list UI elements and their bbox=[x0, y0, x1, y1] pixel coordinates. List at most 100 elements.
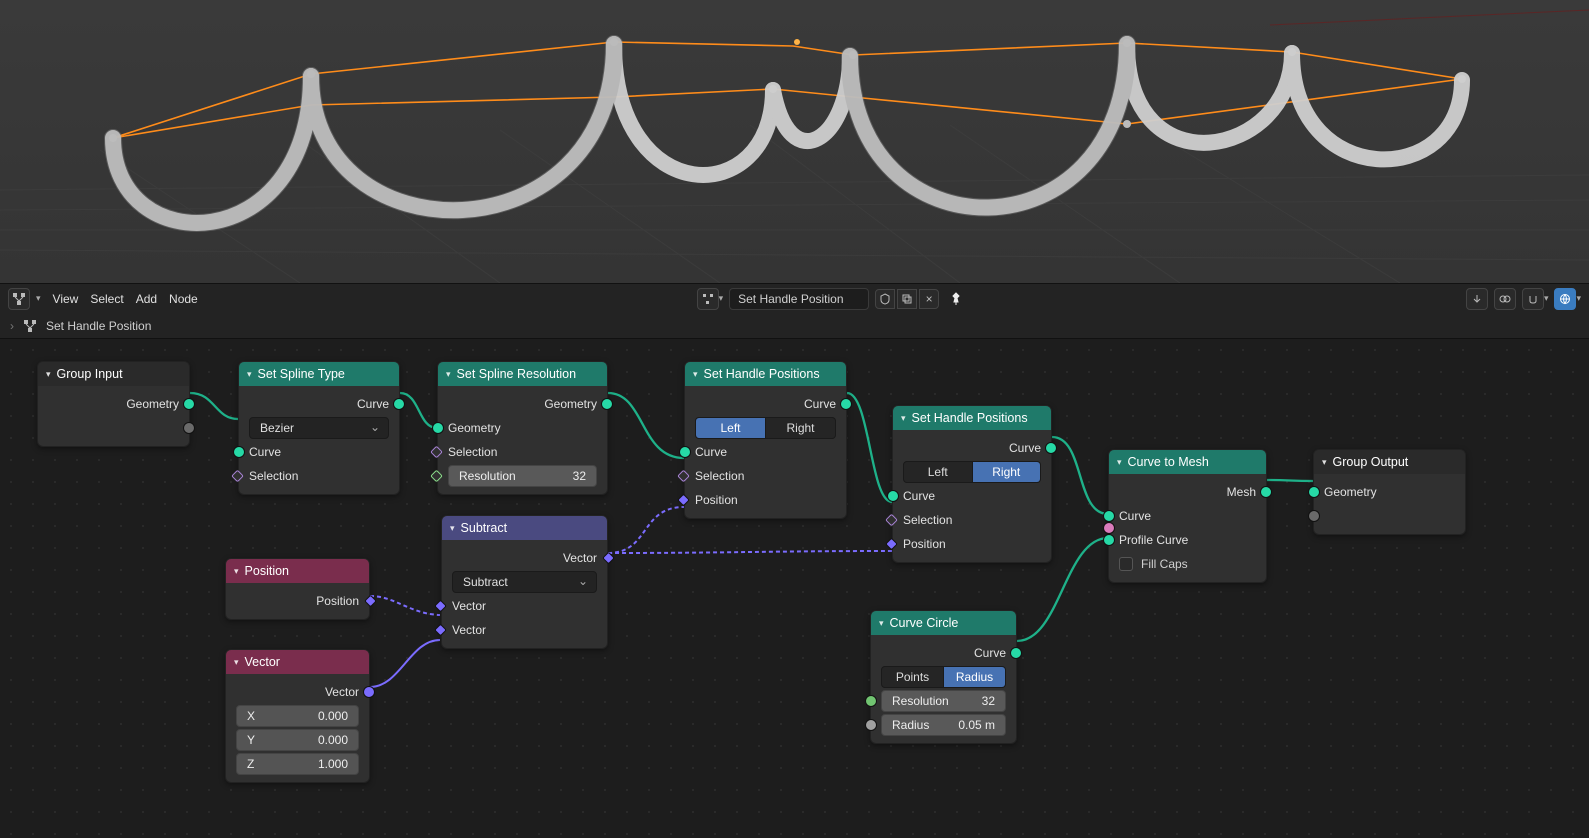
overlay-icon bbox=[1499, 293, 1511, 305]
curve-socket[interactable] bbox=[1045, 442, 1057, 454]
curve-socket-in[interactable] bbox=[679, 446, 691, 458]
vector-y-field[interactable]: Y0.000 bbox=[236, 729, 359, 751]
toggle-1[interactable] bbox=[1466, 288, 1488, 310]
chevron-down-icon: ▾ bbox=[719, 293, 724, 304]
vector-socket[interactable] bbox=[363, 686, 375, 698]
node-set-spline-resolution[interactable]: ▾Set Spline Resolution Geometry Geometry… bbox=[437, 361, 608, 495]
menu-node[interactable]: Node bbox=[169, 292, 198, 306]
unlink-button[interactable] bbox=[897, 289, 917, 309]
socket-label: Curve bbox=[974, 646, 1006, 660]
geometry-socket[interactable] bbox=[183, 398, 195, 410]
node-set-handle-positions-right[interactable]: ▾Set Handle Positions Curve Left Right C… bbox=[892, 405, 1052, 563]
node-title[interactable]: ▾Curve to Mesh bbox=[1109, 450, 1266, 474]
points-btn[interactable]: Points bbox=[881, 666, 944, 688]
resolution-socket[interactable] bbox=[430, 470, 443, 483]
node-vector[interactable]: ▾Vector Vector X0.000 Y0.000 Z1.000 bbox=[225, 649, 370, 783]
resolution-socket[interactable] bbox=[865, 695, 877, 707]
toggle-2[interactable] bbox=[1494, 288, 1516, 310]
selection-socket[interactable] bbox=[231, 470, 244, 483]
curve-socket-in[interactable] bbox=[1103, 510, 1115, 522]
collapse-icon: ▾ bbox=[1117, 457, 1122, 468]
close-button[interactable]: × bbox=[919, 289, 939, 309]
socket-label: Curve bbox=[1009, 441, 1041, 455]
profile-socket[interactable] bbox=[1103, 534, 1115, 546]
pin-button[interactable] bbox=[945, 288, 967, 310]
collapse-icon: ▾ bbox=[247, 369, 252, 380]
radius-btn[interactable]: Radius bbox=[944, 666, 1006, 688]
vector-a-socket[interactable] bbox=[434, 600, 447, 613]
socket-label: Selection bbox=[903, 513, 952, 527]
mode-toggle[interactable]: Points Radius bbox=[881, 666, 1006, 688]
node-title[interactable]: ▾Set Spline Resolution bbox=[438, 362, 607, 386]
mesh-socket[interactable] bbox=[1260, 486, 1272, 498]
socket-label: Selection bbox=[695, 469, 744, 483]
node-curve-circle[interactable]: ▾Curve Circle Curve Points Radius Resolu… bbox=[870, 610, 1017, 744]
circle-resolution-field[interactable]: Resolution32 bbox=[881, 690, 1006, 712]
node-title[interactable]: ▾Subtract bbox=[442, 516, 607, 540]
toggle-3[interactable] bbox=[1522, 288, 1544, 310]
spline-type-select[interactable]: Bezier bbox=[249, 417, 389, 439]
geometry-socket[interactable] bbox=[601, 398, 613, 410]
selection-socket[interactable] bbox=[677, 470, 690, 483]
node-title[interactable]: ▾Set Handle Positions bbox=[893, 406, 1051, 430]
handle-right-btn[interactable]: Right bbox=[973, 461, 1042, 483]
node-subtract[interactable]: ▾Subtract Vector Subtract Vector Vector bbox=[441, 515, 608, 649]
empty-socket[interactable] bbox=[1308, 510, 1320, 522]
position-socket[interactable] bbox=[364, 595, 377, 608]
node-group-name-field[interactable]: Set Handle Position bbox=[729, 288, 869, 310]
operation-select[interactable]: Subtract bbox=[452, 571, 597, 593]
circle-radius-field[interactable]: Radius0.05 m bbox=[881, 714, 1006, 736]
node-set-spline-type[interactable]: ▾Set Spline Type Curve Bezier Curve Sele… bbox=[238, 361, 400, 495]
breadcrumb-label[interactable]: Set Handle Position bbox=[46, 319, 151, 333]
resolution-field[interactable]: Resolution32 bbox=[448, 465, 597, 487]
node-group-output[interactable]: ▾Group Output Geometry bbox=[1313, 449, 1466, 535]
datablock-icon[interactable] bbox=[697, 288, 719, 310]
handle-mode-toggle[interactable]: Left Right bbox=[695, 417, 836, 439]
handle-right-btn[interactable]: Right bbox=[766, 417, 836, 439]
handle-mode-toggle[interactable]: Left Right bbox=[903, 461, 1041, 483]
toggle-4[interactable] bbox=[1554, 288, 1576, 310]
menu-select[interactable]: Select bbox=[90, 292, 123, 306]
node-editor-canvas[interactable]: ▾Group Input Geometry ▾Set Spline Type C… bbox=[0, 339, 1589, 838]
node-title[interactable]: ▾Set Spline Type bbox=[239, 362, 399, 386]
viewport-3d[interactable] bbox=[0, 0, 1589, 283]
node-tree-icon bbox=[12, 292, 26, 306]
node-set-handle-positions-left[interactable]: ▾Set Handle Positions Curve Left Right C… bbox=[684, 361, 847, 519]
geometry-socket[interactable] bbox=[1308, 486, 1320, 498]
node-position[interactable]: ▾Position Position bbox=[225, 558, 370, 620]
curve-socket-in[interactable] bbox=[887, 490, 899, 502]
selection-socket[interactable] bbox=[885, 514, 898, 527]
curve-socket[interactable] bbox=[393, 398, 405, 410]
node-curve-to-mesh[interactable]: ▾Curve to Mesh Mesh Curve Profile Curve … bbox=[1108, 449, 1267, 583]
geometry-socket-in[interactable] bbox=[432, 422, 444, 434]
editor-type-icon[interactable] bbox=[8, 288, 30, 310]
node-tree-icon bbox=[702, 293, 714, 305]
handle-left-btn[interactable]: Left bbox=[903, 461, 973, 483]
fake-user-button[interactable] bbox=[875, 289, 895, 309]
fillcaps-socket[interactable] bbox=[1103, 522, 1115, 534]
vector-socket[interactable] bbox=[602, 552, 615, 565]
node-title[interactable]: ▾Set Handle Positions bbox=[685, 362, 846, 386]
node-title[interactable]: ▾Vector bbox=[226, 650, 369, 674]
curve-socket[interactable] bbox=[840, 398, 852, 410]
node-group-input[interactable]: ▾Group Input Geometry bbox=[37, 361, 190, 447]
socket-label: Curve bbox=[357, 397, 389, 411]
position-socket[interactable] bbox=[677, 494, 690, 507]
node-title[interactable]: ▾Position bbox=[226, 559, 369, 583]
vector-z-field[interactable]: Z1.000 bbox=[236, 753, 359, 775]
empty-socket[interactable] bbox=[183, 422, 195, 434]
vector-x-field[interactable]: X0.000 bbox=[236, 705, 359, 727]
node-title[interactable]: ▾Group Input bbox=[38, 362, 189, 386]
position-socket[interactable] bbox=[885, 538, 898, 551]
fillcaps-checkbox[interactable] bbox=[1119, 557, 1133, 571]
selection-socket[interactable] bbox=[430, 446, 443, 459]
node-title[interactable]: ▾Group Output bbox=[1314, 450, 1465, 474]
node-title[interactable]: ▾Curve Circle bbox=[871, 611, 1016, 635]
curve-socket-in[interactable] bbox=[233, 446, 245, 458]
menu-view[interactable]: View bbox=[53, 292, 79, 306]
handle-left-btn[interactable]: Left bbox=[695, 417, 766, 439]
radius-socket[interactable] bbox=[865, 719, 877, 731]
vector-b-socket[interactable] bbox=[434, 624, 447, 637]
curve-socket[interactable] bbox=[1010, 647, 1022, 659]
menu-add[interactable]: Add bbox=[136, 292, 157, 306]
